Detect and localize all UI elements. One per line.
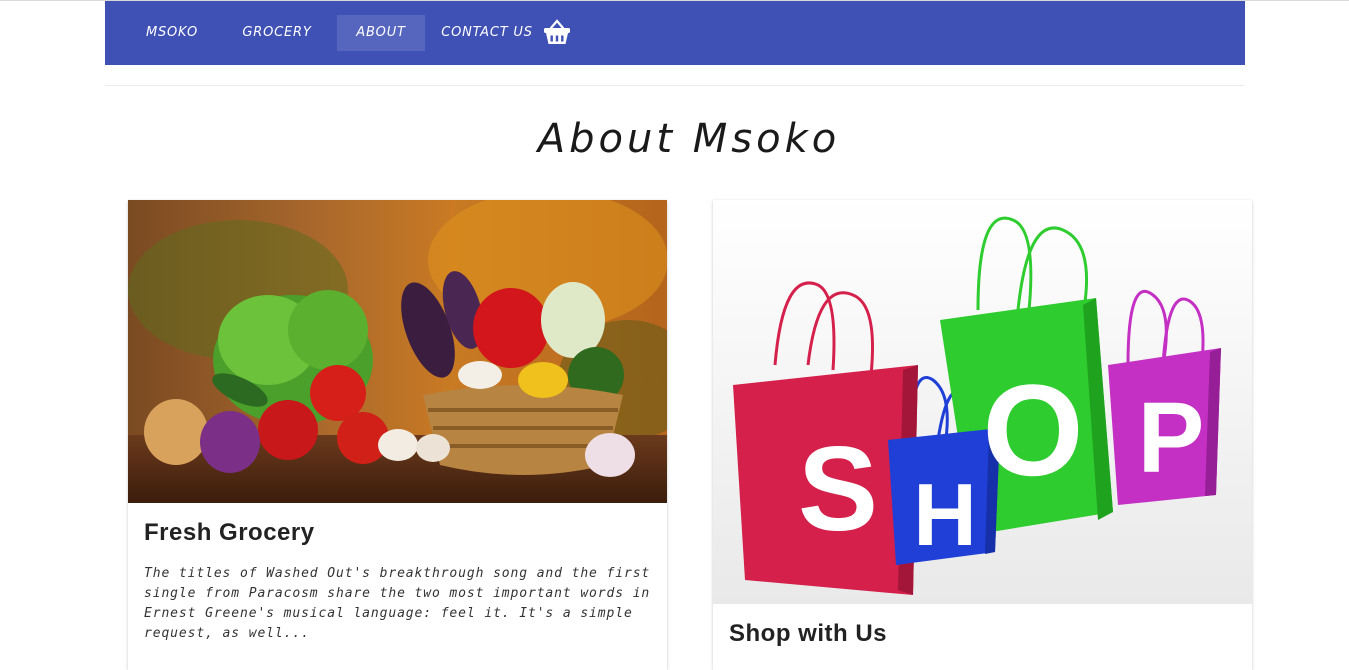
vegetable-basket-photo [128, 200, 667, 503]
basket-icon[interactable] [542, 18, 572, 46]
nav-item-msoko[interactable]: MSOKO [135, 15, 209, 51]
header-divider [105, 85, 1245, 86]
fresh-grocery-card[interactable]: Fresh Grocery The titles of Washed Out's… [128, 200, 667, 670]
card-title: Fresh Grocery [144, 519, 315, 546]
bag-letter-p: P [1138, 382, 1205, 494]
shop-with-us-card[interactable]: S H O P Shop with Us [713, 200, 1252, 670]
bag-letter-s: S [798, 422, 878, 556]
nav-item-about[interactable]: ABOUT [337, 15, 425, 51]
card-description: The titles of Washed Out's breakthrough … [144, 566, 651, 641]
page-title: About Msoko [537, 116, 841, 162]
bag-letter-h: H [913, 465, 977, 564]
shop-bags-photo: S H O P [713, 200, 1252, 604]
nav-item-grocery[interactable]: GROCERY [232, 15, 322, 51]
bag-letter-o: O [982, 357, 1083, 503]
card-title: Shop with Us [729, 620, 887, 647]
nav-item-contact-us[interactable]: CONTACT US [441, 15, 533, 51]
top-navbar: MSOKO GROCERY ABOUT CONTACT US [105, 1, 1245, 65]
